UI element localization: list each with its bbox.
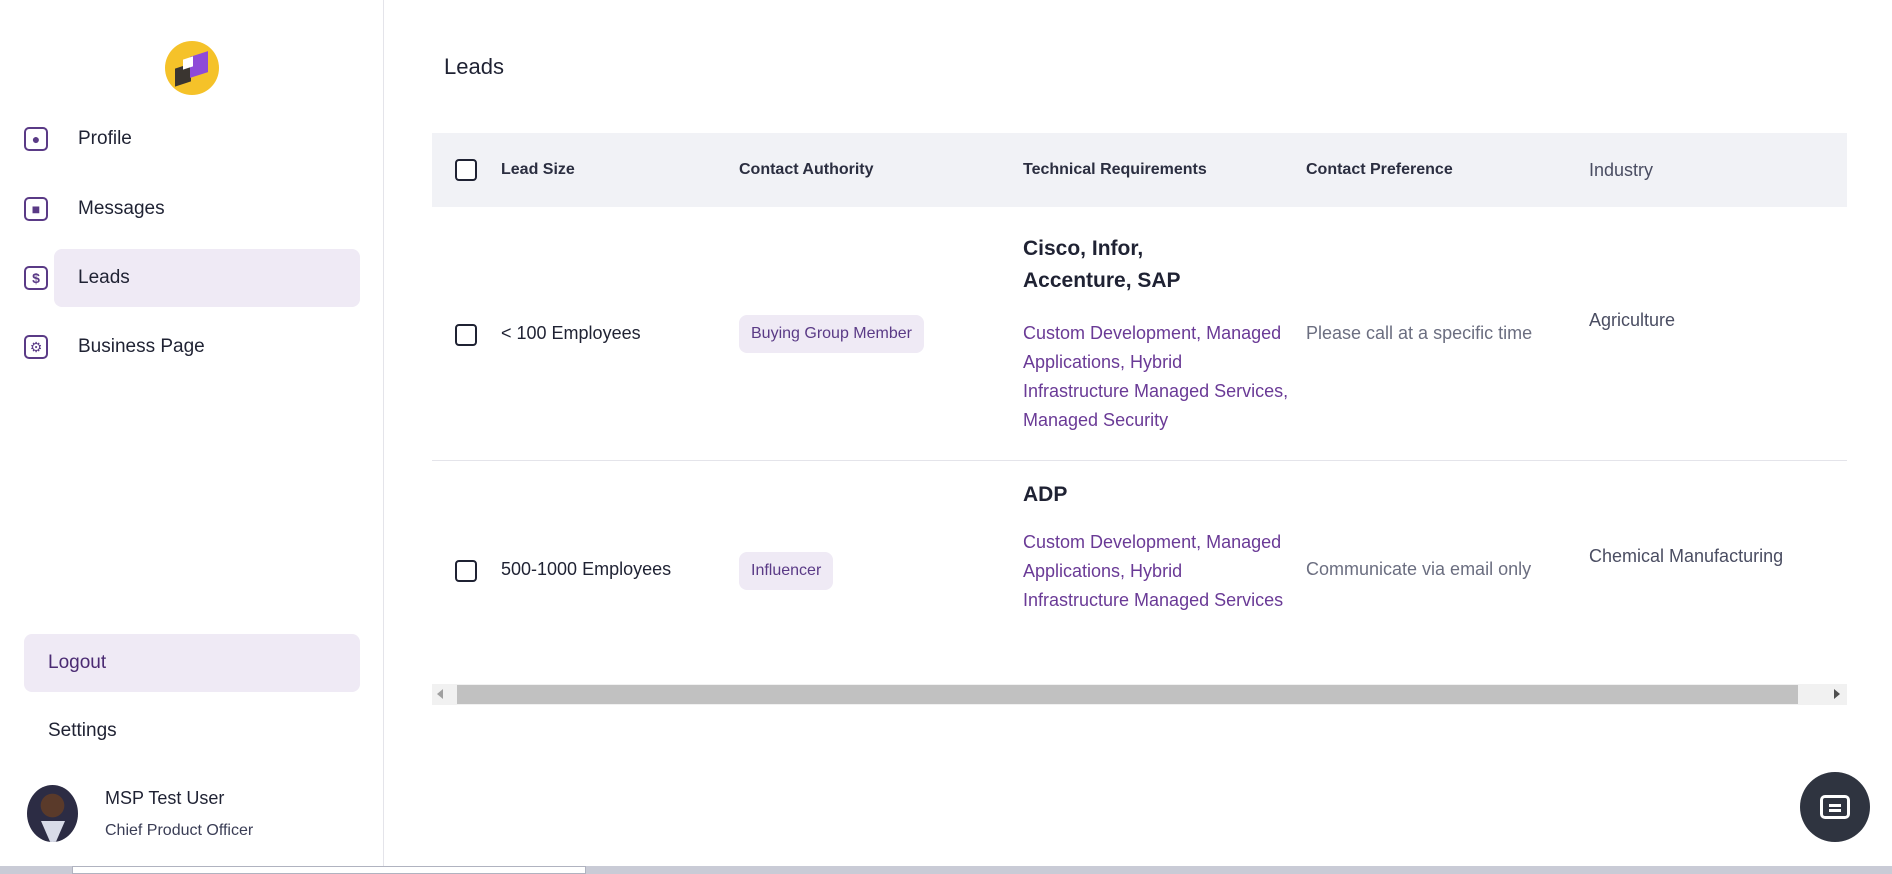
- bottom-strip-panel: [72, 866, 586, 874]
- chat-widget-button[interactable]: [1800, 772, 1870, 842]
- sidebar-item-messages[interactable]: ■ Messages: [0, 180, 384, 238]
- contact-preference-cell: Please call at a specific time: [1306, 323, 1533, 343]
- industry-cell: Agriculture: [1589, 310, 1676, 330]
- sidebar-item-label: Messages: [78, 198, 165, 219]
- settings-link[interactable]: Settings: [48, 720, 117, 742]
- column-header-industry[interactable]: Industry: [1589, 133, 1653, 207]
- tech-vendors: ADP: [1023, 483, 1068, 506]
- industry-cell: Chemical Manufacturing: [1589, 546, 1784, 566]
- lead-size-cell: < 100 Employees: [501, 323, 641, 343]
- select-all-checkbox[interactable]: [455, 159, 477, 181]
- horizontal-scrollbar[interactable]: [432, 684, 1847, 705]
- sidebar-item-business-page[interactable]: ⚙ Business Page: [0, 318, 384, 376]
- column-header-technical-requirements[interactable]: Technical Requirements: [1023, 133, 1207, 207]
- dollar-icon: $: [24, 266, 48, 290]
- logout-button[interactable]: Logout: [24, 634, 360, 692]
- sidebar-item-profile[interactable]: ● Profile: [0, 110, 384, 168]
- contact-authority-badge: Influencer: [739, 552, 834, 590]
- sidebar: ● Profile ■ Messages $ Leads ⚙ Business …: [0, 0, 384, 866]
- column-header-contact-authority[interactable]: Contact Authority: [739, 133, 874, 207]
- bottom-strip: [0, 866, 1892, 874]
- column-header-lead-size[interactable]: Lead Size: [501, 133, 575, 207]
- row-checkbox[interactable]: [455, 324, 477, 346]
- app-root: ● Profile ■ Messages $ Leads ⚙ Business …: [0, 0, 1892, 874]
- tech-services: Custom Development, Managed Applications…: [1023, 532, 1284, 610]
- tech-vendors: Cisco, Infor, Accenture, SAP: [1023, 237, 1181, 292]
- contact-authority-badge: Buying Group Member: [739, 315, 924, 353]
- sidebar-item-label: Profile: [78, 128, 132, 149]
- sidebar-item-label: Business Page: [78, 336, 205, 357]
- sidebar-item-label: Leads: [78, 267, 130, 288]
- row-checkbox[interactable]: [455, 560, 477, 582]
- gear-icon: ⚙: [24, 335, 48, 359]
- brand-logo[interactable]: [165, 41, 219, 95]
- column-header-contact-preference[interactable]: Contact Preference: [1306, 133, 1453, 207]
- chat-bubble-icon: [1820, 795, 1850, 819]
- page-title: Leads: [444, 54, 504, 79]
- lead-size-cell: 500-1000 Employees: [501, 559, 672, 579]
- contact-preference-cell: Communicate via email only: [1306, 559, 1532, 579]
- scroll-left-icon[interactable]: [437, 689, 443, 699]
- table-header: Lead Size Contact Authority Technical Re…: [432, 133, 1847, 207]
- sidebar-item-leads[interactable]: $ Leads: [0, 249, 384, 307]
- avatar[interactable]: [27, 785, 78, 842]
- table-row[interactable]: < 100 Employees Buying Group Member Cisc…: [432, 207, 1847, 461]
- scrollbar-thumb[interactable]: [457, 685, 1798, 704]
- user-role: Chief Product Officer: [105, 822, 254, 839]
- scroll-right-icon[interactable]: [1834, 689, 1840, 699]
- tech-services: Custom Development, Managed Applications…: [1023, 323, 1289, 430]
- user-name: MSP Test User: [105, 788, 225, 808]
- person-icon: ●: [24, 127, 48, 151]
- chat-icon: ■: [24, 197, 48, 221]
- table-row[interactable]: 500-1000 Employees Influencer ADP Custom…: [432, 461, 1847, 691]
